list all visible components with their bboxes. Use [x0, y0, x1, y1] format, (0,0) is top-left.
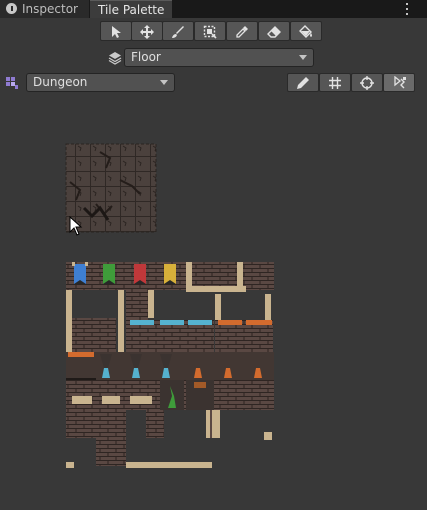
paint-bucket-icon: [299, 25, 312, 38]
chevron-down-icon: [299, 55, 307, 60]
layer-icon: [108, 52, 122, 65]
grid-icon: [329, 77, 341, 89]
box-fill-tool-button[interactable]: [194, 21, 226, 41]
active-tilemap-value: Floor: [131, 50, 161, 64]
toggle-gizmos-button[interactable]: [351, 73, 383, 92]
focus-icon: [394, 76, 406, 89]
tab-tile-palette[interactable]: Tile Palette: [90, 0, 172, 18]
move-tool-button[interactable]: [131, 21, 163, 41]
info-icon: [6, 3, 17, 14]
dungeon-tiles[interactable]: [66, 262, 274, 468]
chevron-down-icon: [160, 80, 168, 85]
more-dots-icon-mid: [406, 8, 408, 10]
picker-tool-button[interactable]: [226, 21, 258, 41]
palette-value: Dungeon: [33, 75, 88, 89]
tab-tile-palette-label: Tile Palette: [98, 3, 165, 17]
select-arrow-icon: [112, 26, 121, 38]
gizmo-icon: [360, 76, 374, 90]
box-fill-icon: [203, 25, 217, 39]
window-menu-button[interactable]: [400, 0, 414, 18]
tab-inspector-label: Inspector: [22, 2, 78, 16]
select-tool-button[interactable]: [100, 21, 132, 41]
more-dots-icon-bottom: [406, 13, 408, 15]
edit-palette-button[interactable]: [287, 73, 319, 92]
eraser-icon: [267, 26, 281, 38]
active-tilemap-dropdown[interactable]: Floor: [124, 48, 314, 67]
tile-canvas[interactable]: [0, 96, 427, 510]
more-dots-icon: [406, 3, 408, 5]
toggle-grid-button[interactable]: [319, 73, 351, 92]
palette-icon: [6, 77, 18, 89]
tab-inspector[interactable]: Inspector: [0, 0, 89, 18]
edit-palette-icon: [297, 77, 309, 89]
palette-dropdown[interactable]: Dungeon: [26, 73, 175, 92]
move-icon: [140, 25, 154, 39]
eyedropper-icon: [236, 26, 248, 38]
fill-tool-button[interactable]: [290, 21, 322, 41]
eraser-tool-button[interactable]: [258, 21, 290, 41]
brush-icon: [172, 26, 184, 38]
tile-palette-window: Inspector Tile Palette Floor Dungeon: [0, 0, 427, 510]
focus-tool-button[interactable]: [383, 73, 415, 92]
tab-strip: Inspector Tile Palette: [0, 0, 427, 18]
mouse-cursor-icon: [69, 216, 83, 236]
tile-palette-grid[interactable]: [0, 96, 427, 510]
brush-tool-button[interactable]: [162, 21, 194, 41]
